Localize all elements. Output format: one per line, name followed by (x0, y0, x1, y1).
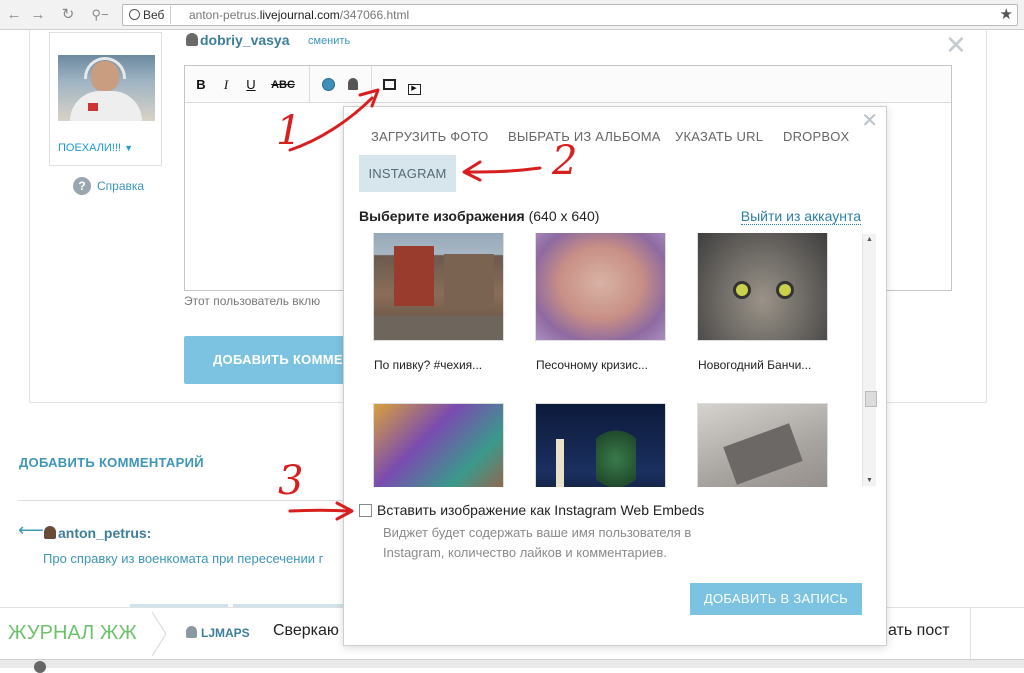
ljmaps-label: LJMAPS (201, 626, 250, 640)
comment-author[interactable]: anton_petrus: (44, 525, 151, 541)
post-title-link[interactable]: Про справку из военкомата при пересечени… (43, 551, 343, 566)
help-icon[interactable]: ? (73, 177, 91, 195)
username-text: dobriy_vasya (200, 32, 290, 48)
url-domain: livejournal.com (259, 8, 340, 22)
user-icon (44, 526, 56, 539)
user-note: Этот пользователь вклю (184, 294, 321, 308)
image-thumbnail[interactable] (373, 233, 504, 341)
username[interactable]: dobriy_vasya (186, 32, 290, 48)
select-images-heading: Выберите изображения (640 x 640) (359, 208, 599, 224)
back-icon[interactable]: ← (4, 5, 24, 25)
star-icon[interactable]: ★ (1000, 5, 1013, 25)
embed-checkbox[interactable] (359, 504, 372, 517)
divider (970, 608, 971, 660)
url-text[interactable]: anton-petrus.livejournal.com/347066.html (189, 5, 409, 25)
userpic-selector[interactable]: ПОЕХАЛИ!!! ▼ (49, 32, 162, 166)
link-globe-icon[interactable] (319, 75, 337, 95)
ljmaps-link[interactable]: LJMAPS (186, 626, 250, 640)
back-arrow-icon[interactable]: ⟵ (18, 521, 44, 539)
scrollbar-thumb[interactable] (865, 391, 877, 407)
lj-logo[interactable]: ЖУРНАЛ ЖЖ (8, 622, 137, 644)
write-post-link[interactable]: ать пост (888, 622, 950, 640)
chevron-down-icon: ▼ (124, 143, 133, 153)
scroll-down-icon[interactable]: ▼ (866, 477, 873, 484)
tab-instagram[interactable]: INSTAGRAM (359, 155, 456, 192)
status-icon (34, 661, 46, 673)
image-caption: Песочному кризис... (536, 358, 648, 372)
key-icon[interactable]: ⚲− (90, 5, 110, 25)
user-link-icon[interactable] (345, 75, 361, 95)
reload-icon[interactable]: ↻ (58, 5, 78, 25)
insert-video-icon[interactable]: ▶ (405, 75, 423, 95)
comment-author-text: anton_petrus: (58, 525, 152, 541)
forward-icon[interactable]: → (28, 5, 48, 25)
search-engine-label: Веб (143, 8, 165, 22)
headline-link[interactable]: Сверкаю (273, 622, 339, 640)
image-grid: По пивку? #чехия... Песочному кризис... … (345, 233, 877, 487)
image-thumbnail[interactable] (535, 233, 666, 341)
url-path: /347066.html (339, 8, 410, 22)
select-size-text: (640 x 640) (528, 208, 600, 224)
user-icon (186, 626, 197, 638)
tab-choose-album[interactable]: ВЫБРАТЬ ИЗ АЛЬБОМА (508, 129, 661, 144)
italic-button[interactable]: I (218, 75, 234, 95)
embed-label[interactable]: Вставить изображение как Instagram Web E… (377, 502, 704, 518)
image-thumbnail[interactable] (697, 233, 828, 341)
editor-toolbar: B I U ABC ▶ (185, 66, 951, 103)
close-icon[interactable]: ✕ (861, 111, 878, 131)
user-icon (186, 33, 198, 46)
insert-image-icon[interactable] (380, 75, 398, 95)
image-caption: По пивку? #чехия... (374, 358, 483, 372)
status-bar (0, 659, 1024, 673)
annotation-number: 1 (276, 108, 302, 154)
tab-enter-url[interactable]: УКАЗАТЬ URL (675, 129, 763, 144)
image-thumbnail[interactable] (697, 403, 828, 487)
image-picker-dialog: ✕ ЗАГРУЗИТЬ ФОТО ВЫБРАТЬ ИЗ АЛЬБОМА УКАЗ… (343, 106, 887, 646)
select-title-text: Выберите изображения (359, 208, 525, 224)
submit-comment-button[interactable]: ДОБАВИТЬ КОММЕНТ (184, 336, 344, 384)
strikethrough-button[interactable]: ABC (269, 75, 297, 95)
avatar (58, 55, 155, 121)
tab-dropbox[interactable]: DROPBOX (783, 129, 849, 144)
scrollbar[interactable]: ▲ ▼ (862, 234, 877, 486)
image-thumbnail[interactable] (373, 403, 504, 487)
chevron-separator-icon (151, 612, 167, 656)
bold-button[interactable]: B (193, 75, 209, 95)
annotation-number: 3 (278, 458, 304, 504)
url-prefix: anton-petrus. (189, 8, 260, 22)
userpic-caption-text: ПОЕХАЛИ!!! (58, 142, 122, 154)
add-to-post-button[interactable]: ДОБАВИТЬ В ЗАПИСЬ (690, 583, 862, 615)
logout-link[interactable]: Выйти из аккаунта (740, 208, 861, 225)
search-engine-chip[interactable]: Веб (125, 6, 172, 24)
globe-icon (129, 9, 140, 20)
change-user-link[interactable]: сменить (308, 35, 350, 47)
add-comment-link[interactable]: ДОБАВИТЬ КОММЕНТАРИЙ (19, 455, 204, 470)
userpic-caption[interactable]: ПОЕХАЛИ!!! ▼ (58, 142, 133, 154)
embed-description: Виджет будет содержать ваше имя пользова… (383, 525, 692, 560)
address-bar[interactable]: Веб anton-petrus.livejournal.com/347066.… (122, 4, 1018, 26)
browser-toolbar: ← → ↻ ⚲− Веб anton-petrus.livejournal.co… (0, 0, 1024, 30)
underline-button[interactable]: U (243, 75, 259, 95)
tab-upload-photo[interactable]: ЗАГРУЗИТЬ ФОТО (371, 129, 488, 144)
image-thumbnail[interactable] (535, 403, 666, 487)
annotation-number: 2 (552, 138, 578, 184)
image-caption: Новогодний Банчи... (698, 358, 812, 372)
help-link[interactable]: Справка (97, 177, 144, 195)
close-icon[interactable]: ✕ (945, 32, 967, 58)
scroll-up-icon[interactable]: ▲ (866, 236, 873, 243)
